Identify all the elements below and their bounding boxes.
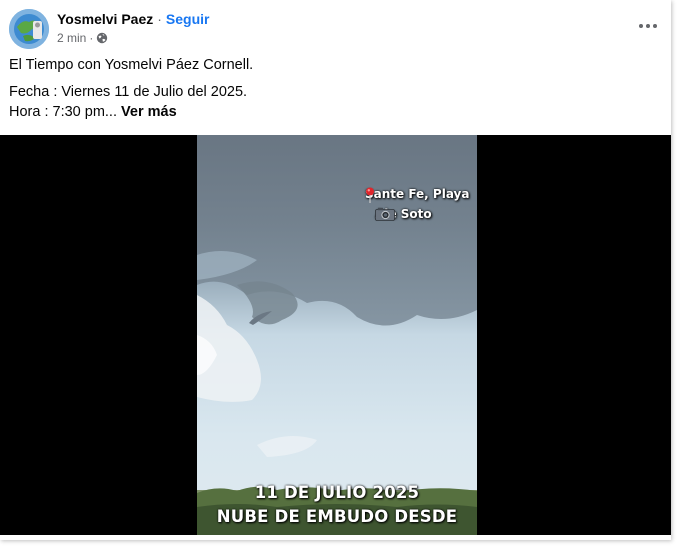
dot-icon	[646, 24, 650, 28]
more-options-button[interactable]	[632, 16, 664, 36]
post-text-line: Fecha : Viernes 11 de Julio del 2025.	[9, 84, 248, 100]
location-label: Sante Fe, Playa	[365, 187, 470, 201]
screenshot-frame: Yosmelvi Paez · Seguir 2 min · El Tiempo…	[0, 0, 686, 551]
follow-button[interactable]: Seguir	[166, 11, 210, 27]
location-overlay: Sante Fe, Playa	[365, 187, 470, 203]
author-name[interactable]: Yosmelvi Paez	[57, 11, 153, 27]
post-timestamp[interactable]: 2 min	[57, 31, 86, 45]
facebook-post-card: Yosmelvi Paez · Seguir 2 min · El Tiempo…	[0, 0, 671, 540]
post-header: Yosmelvi Paez · Seguir	[57, 10, 210, 28]
video-caption-line: 11 DE JULIO 2025	[254, 483, 420, 502]
video-caption-line: NUBE DE EMBUDO DESDE	[216, 507, 458, 526]
post-text-line: El Tiempo con Yosmelvi Páez Cornell.	[9, 57, 254, 73]
post-text-line: Hora : 7:30 pm... Ver más	[9, 104, 177, 120]
video-frame[interactable]: Sante Fe, Playa Ale Soto 11 DE JULIO 202…	[197, 135, 477, 535]
credit-overlay: Ale Soto	[375, 207, 432, 221]
dot-icon	[653, 24, 657, 28]
post-meta: 2 min ·	[57, 30, 108, 46]
avatar-image	[9, 9, 49, 49]
camera-icon	[375, 207, 395, 221]
globe-icon[interactable]	[96, 32, 108, 44]
see-more-link[interactable]: Ver más	[121, 104, 177, 120]
video-player[interactable]: Sante Fe, Playa Ale Soto 11 DE JULIO 202…	[0, 135, 671, 535]
avatar[interactable]	[9, 9, 49, 49]
location-pin-icon	[366, 187, 374, 203]
separator-dot: ·	[89, 31, 94, 45]
separator-dot: ·	[157, 11, 162, 27]
post-text-hour: Hora : 7:30 pm...	[9, 104, 117, 120]
dot-icon	[639, 24, 643, 28]
